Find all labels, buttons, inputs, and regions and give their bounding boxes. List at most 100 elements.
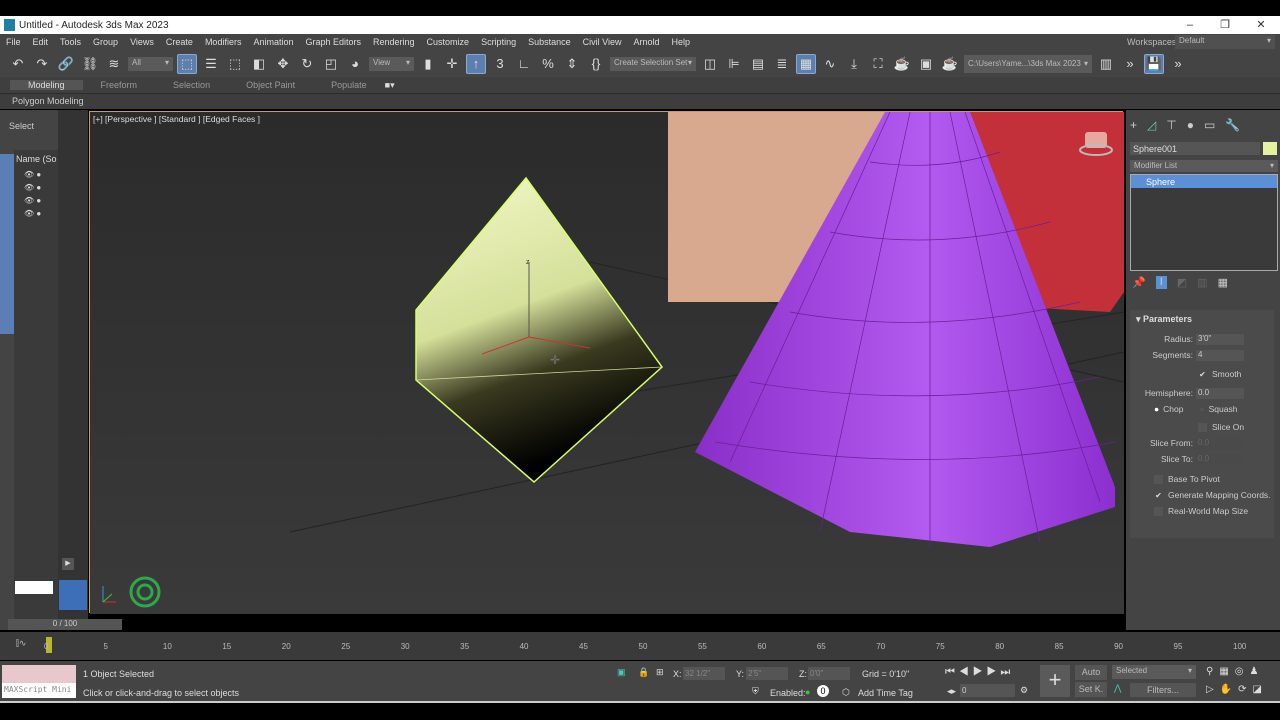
pin-stack-icon[interactable]: 📌 [1132, 276, 1146, 289]
key-tangent-icon[interactable]: ⋀ [1114, 683, 1121, 694]
hierarchy-tab-icon[interactable]: ⊤ [1166, 118, 1176, 132]
menu-group[interactable]: Group [87, 37, 124, 47]
tab-populate[interactable]: Populate [313, 80, 385, 90]
layer-explorer-icon[interactable]: ≣ [772, 54, 792, 74]
slice-to-spinner[interactable]: 0.0 [1196, 453, 1244, 465]
curve-editor-icon[interactable]: ∿ [820, 54, 840, 74]
rectangular-selection-icon[interactable]: ⬚ [225, 54, 245, 74]
perspective-viewport[interactable]: z ✛ [+] [Perspective ] [Standard ] [Edge… [89, 111, 1125, 614]
viewport-nav-controls-2[interactable]: ▷✋⟳◪ [1206, 684, 1268, 695]
overflow-chevron-icon[interactable]: » [1120, 54, 1140, 74]
adaptive-degradation-icon[interactable]: ⛨ [752, 686, 759, 697]
scale-icon[interactable]: ◰ [321, 54, 341, 74]
remove-modifier-icon[interactable]: ▥ [1197, 276, 1207, 289]
radius-spinner[interactable]: 3'0" [1196, 333, 1244, 345]
y-coordinate-field[interactable]: 2'5" [746, 667, 788, 680]
menu-civil-view[interactable]: Civil View [577, 37, 628, 47]
key-filter-dropdown[interactable]: Selected ▾ [1112, 665, 1196, 679]
overflow-chevron-icon[interactable]: » [1168, 54, 1188, 74]
unlink-icon[interactable]: ⛓ [80, 54, 100, 74]
menu-arnold[interactable]: Arnold [627, 37, 665, 47]
viewport-scene[interactable]: z ✛ [90, 111, 1125, 614]
select-manipulate-icon[interactable]: ✛ [442, 54, 462, 74]
maxscript-listener[interactable] [2, 665, 76, 683]
menu-customize[interactable]: Customize [421, 37, 476, 47]
segments-spinner[interactable]: 4 [1196, 349, 1244, 361]
track-bar[interactable]: ⫿∿ 0 5 10 15 20 25 30 35 40 45 50 55 60 65 70 75 80 85 90 9… [0, 632, 1280, 660]
undo-icon[interactable]: ↶ [8, 54, 28, 74]
add-time-tag[interactable]: Add Time Tag [858, 688, 913, 698]
autosave-icon[interactable]: 💾 [1144, 53, 1164, 74]
slice-on-checkbox[interactable]: Slice On [1130, 419, 1274, 435]
modifier-stack-item[interactable]: Sphere [1131, 175, 1277, 188]
absolute-mode-icon[interactable]: ⊞ [656, 667, 664, 678]
polygon-modeling-label[interactable]: Polygon Modeling [12, 96, 84, 106]
real-world-map-size-checkbox[interactable]: Real-World Map Size [1130, 503, 1274, 519]
playback-controls[interactable]: ⏮◀▶▶⏭ [945, 666, 1014, 679]
key-mode-icon[interactable]: ◂▸ [947, 686, 956, 697]
menu-edit[interactable]: Edit [27, 37, 55, 47]
parameters-rollout-header[interactable]: ▾ Parameters [1130, 310, 1274, 329]
menu-scripting[interactable]: Scripting [475, 37, 522, 47]
auto-key-button[interactable]: Auto [1075, 665, 1107, 680]
select-object-icon[interactable]: ⬚ [177, 53, 197, 74]
render-production-icon[interactable]: ☕ [940, 54, 960, 74]
snaps-toggle-icon[interactable]: 3 [490, 54, 510, 74]
spinner-snap-icon[interactable]: ⇕ [562, 54, 582, 74]
schematic-view-icon[interactable]: ⛶ [868, 54, 888, 74]
display-tab-icon[interactable]: ▭ [1204, 118, 1215, 132]
modify-tab-icon[interactable]: ◿ [1147, 118, 1156, 132]
tab-modeling[interactable]: Modeling [10, 80, 83, 90]
minimize-button[interactable]: – [1175, 16, 1205, 34]
configure-modifier-sets-icon[interactable]: ▦ [1218, 276, 1228, 289]
hemisphere-spinner[interactable]: 0.0 [1196, 387, 1244, 399]
create-tab-icon[interactable]: + [1130, 118, 1137, 132]
ribbon-toggle-icon[interactable]: ▦ [796, 53, 816, 74]
object-color-swatch[interactable] [1263, 142, 1277, 155]
isolate-selection-icon[interactable]: ▣ [617, 667, 626, 678]
viewport-layout-button[interactable] [59, 580, 87, 610]
set-key-big-button[interactable]: + [1040, 665, 1070, 697]
squash-radio[interactable]: ● [1199, 404, 1204, 414]
time-configuration-icon[interactable]: ⚙ [1020, 685, 1028, 696]
object-name-field[interactable]: Sphere001 [1130, 142, 1260, 155]
rotate-icon[interactable]: ↻ [297, 54, 317, 74]
menu-substance[interactable]: Substance [522, 37, 577, 47]
edit-named-selection-icon[interactable]: {} [586, 54, 606, 74]
redo-icon[interactable]: ↷ [32, 54, 52, 74]
angle-snap-icon[interactable]: ∟ [514, 54, 534, 74]
tab-selection[interactable]: Selection [155, 80, 228, 90]
smooth-checkbox[interactable]: ✔ Smooth [1130, 366, 1274, 382]
viewport-nav-controls[interactable]: ⚲▦◎♟ [1206, 666, 1264, 677]
utilities-tab-icon[interactable]: 🔧 [1225, 118, 1240, 132]
explorer-filter-toolbar[interactable] [0, 154, 14, 334]
set-key-button[interactable]: Set K. [1075, 682, 1107, 697]
placement-icon[interactable]: ◕ [345, 54, 365, 74]
rendered-frame-window-icon[interactable]: ▣ [916, 54, 936, 74]
maxscript-mini-input[interactable]: MAXScript Mini [2, 683, 76, 698]
name-column-header[interactable]: Name (So [16, 154, 57, 164]
menu-tools[interactable]: Tools [54, 37, 87, 47]
menu-views[interactable]: Views [124, 37, 160, 47]
selection-lock-icon[interactable]: 🔒 [638, 667, 649, 678]
chop-radio[interactable]: ● [1154, 404, 1159, 414]
enabled-indicator-icon[interactable]: ● [805, 687, 810, 697]
bind-space-warp-icon[interactable]: ≋ [104, 54, 124, 74]
base-to-pivot-checkbox[interactable]: Base To Pivot [1130, 471, 1274, 487]
expand-arrow-icon[interactable]: ▶ [62, 558, 74, 570]
pivot-icon[interactable]: ▮ [418, 54, 438, 74]
maximize-button[interactable]: ❐ [1210, 16, 1240, 34]
selection-filter-dropdown[interactable]: All ▾ [128, 56, 173, 71]
keyboard-shortcut-override-icon[interactable]: ↑ [466, 53, 486, 74]
close-button[interactable]: ✕ [1246, 16, 1276, 34]
project-settings-icon[interactable]: ▥ [1096, 54, 1116, 74]
menu-file[interactable]: File [0, 37, 27, 47]
reference-coord-dropdown[interactable]: View ▾ [369, 56, 414, 71]
menu-animation[interactable]: Animation [247, 37, 299, 47]
time-slider[interactable]: 0 / 100 [8, 619, 122, 630]
render-setup-icon[interactable]: ☕ [892, 54, 912, 74]
modifier-list-dropdown[interactable]: Modifier List ▾ [1130, 160, 1278, 172]
viewport-label[interactable]: [+] [Perspective ] [Standard ] [Edged Fa… [93, 114, 260, 124]
make-unique-icon[interactable]: ◩ [1177, 276, 1187, 289]
tab-object-paint[interactable]: Object Paint [228, 80, 313, 90]
